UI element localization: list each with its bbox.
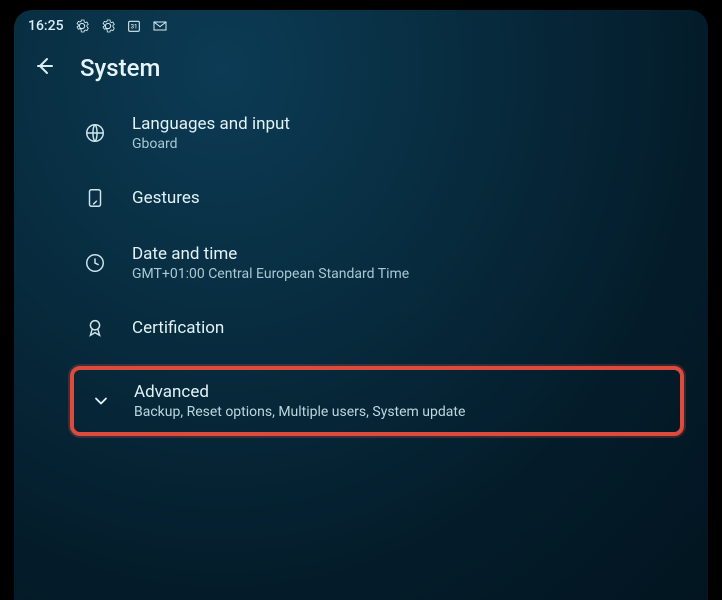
setting-date-time[interactable]: Date and time GMT+01:00 Central European… xyxy=(74,230,698,296)
calendar-icon: 31 xyxy=(126,18,142,34)
setting-certification[interactable]: Certification xyxy=(74,296,698,360)
setting-advanced[interactable]: Advanced Backup, Reset options, Multiple… xyxy=(78,372,676,430)
setting-label: Date and time xyxy=(132,244,409,264)
setting-sublabel: GMT+01:00 Central European Standard Time xyxy=(132,266,409,282)
setting-sublabel: Backup, Reset options, Multiple users, S… xyxy=(134,404,465,420)
device-frame: 16:25 31 System xyxy=(0,0,722,600)
setting-label: Advanced xyxy=(134,382,465,402)
setting-text: Certification xyxy=(132,318,224,338)
header: System xyxy=(14,38,708,100)
gmail-icon xyxy=(152,18,168,34)
settings-list: Languages and input Gboard Gestures Date… xyxy=(14,100,708,436)
status-time: 16:25 xyxy=(28,18,64,34)
back-button[interactable] xyxy=(32,54,56,82)
chevron-down-icon xyxy=(90,390,112,412)
highlight-box: Advanced Backup, Reset options, Multiple… xyxy=(70,366,684,436)
globe-icon xyxy=(84,122,106,144)
setting-gestures[interactable]: Gestures xyxy=(74,166,698,230)
clock-icon xyxy=(84,252,106,274)
status-bar: 16:25 31 xyxy=(14,10,708,38)
gear-icon xyxy=(100,18,116,34)
setting-label: Gestures xyxy=(132,188,200,208)
ribbon-icon xyxy=(84,317,106,339)
setting-text: Date and time GMT+01:00 Central European… xyxy=(132,244,409,282)
page-title: System xyxy=(80,54,160,82)
gestures-icon xyxy=(84,187,106,209)
setting-label: Languages and input xyxy=(132,114,290,134)
setting-label: Certification xyxy=(132,318,224,338)
setting-languages-input[interactable]: Languages and input Gboard xyxy=(74,100,698,166)
gear-icon xyxy=(74,18,90,34)
setting-text: Languages and input Gboard xyxy=(132,114,290,152)
screen: 16:25 31 System xyxy=(14,10,708,600)
setting-sublabel: Gboard xyxy=(132,136,290,152)
svg-text:31: 31 xyxy=(130,24,137,31)
setting-text: Gestures xyxy=(132,188,200,208)
setting-text: Advanced Backup, Reset options, Multiple… xyxy=(134,382,465,420)
